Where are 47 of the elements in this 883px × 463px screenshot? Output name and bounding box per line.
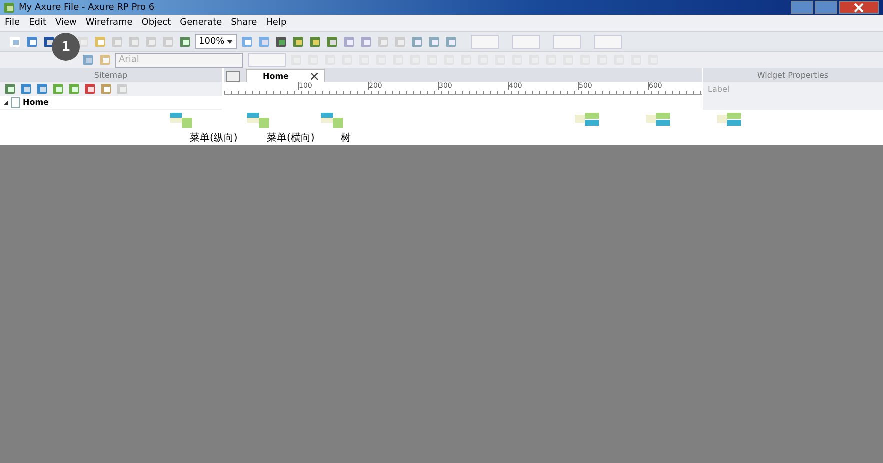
menu-item[interactable]: Wireframe bbox=[86, 18, 133, 28]
close-button[interactable] bbox=[839, 1, 879, 14]
widget-label: 树 bbox=[340, 132, 351, 145]
minimize-button[interactable] bbox=[791, 1, 813, 14]
menu-item[interactable]: Object bbox=[142, 18, 172, 28]
number-field[interactable] bbox=[552, 34, 581, 48]
close-icon bbox=[854, 2, 864, 12]
caret-icon bbox=[226, 40, 233, 44]
menu-item[interactable]: Help bbox=[266, 18, 287, 28]
toolbar-icon[interactable] bbox=[42, 34, 56, 48]
toolbar-icon[interactable] bbox=[19, 82, 33, 96]
widget-icon[interactable] bbox=[717, 113, 743, 127]
toolbar-icon[interactable] bbox=[76, 34, 90, 48]
tab-menu-button[interactable] bbox=[226, 71, 240, 82]
widget-icon[interactable] bbox=[646, 113, 672, 127]
brush-icon[interactable] bbox=[98, 53, 112, 67]
toolbar-icon[interactable] bbox=[324, 34, 339, 48]
toolbar-icon[interactable] bbox=[274, 34, 288, 48]
toolbar-icon[interactable] bbox=[35, 82, 49, 96]
number-field[interactable] bbox=[594, 34, 622, 48]
tree-item[interactable]: Home bbox=[0, 96, 222, 109]
page-tab[interactable]: Home bbox=[246, 69, 325, 82]
panel-header: Widget Properties bbox=[703, 68, 883, 82]
toolbar-icon[interactable] bbox=[308, 34, 322, 48]
menu-item[interactable]: File bbox=[5, 18, 20, 28]
panel-header: Sitemap bbox=[0, 68, 222, 82]
zoom-dropdown[interactable]: 100% bbox=[195, 34, 237, 49]
menu-item[interactable]: Edit bbox=[29, 18, 46, 28]
menu-item[interactable]: Share bbox=[231, 18, 258, 28]
widget-label: 菜单(横向) bbox=[266, 132, 315, 145]
number-field[interactable] bbox=[470, 34, 499, 48]
app-icon bbox=[2, 0, 16, 14]
toolbar-icon[interactable] bbox=[25, 34, 39, 48]
menu-item[interactable]: View bbox=[56, 18, 77, 28]
menu-item[interactable]: Generate bbox=[180, 18, 222, 28]
widget-label: 菜单(纵向) bbox=[189, 132, 238, 145]
close-icon[interactable] bbox=[310, 72, 318, 80]
window-title: My Axure File - Axure RP Pro 6 bbox=[19, 2, 155, 12]
page-icon bbox=[11, 97, 20, 108]
toolbar-icon[interactable] bbox=[83, 82, 97, 96]
toolbar-icon[interactable] bbox=[178, 34, 192, 48]
toolbar-icon[interactable] bbox=[290, 34, 305, 48]
widget-icon[interactable] bbox=[575, 113, 601, 127]
maximize-button[interactable] bbox=[815, 1, 837, 14]
toolbar-icon[interactable] bbox=[3, 82, 17, 96]
number-field[interactable] bbox=[512, 34, 540, 48]
font-size-field[interactable] bbox=[248, 53, 286, 67]
